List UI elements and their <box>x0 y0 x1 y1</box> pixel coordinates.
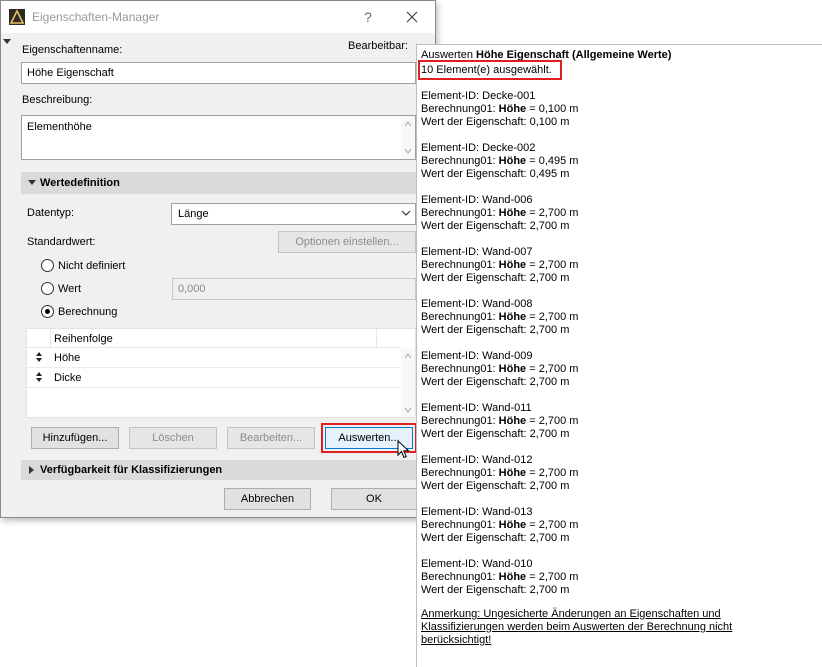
element-id-line: Element-ID: Wand-010 <box>421 558 533 570</box>
element-id-line: Element-ID: Decke-001 <box>421 90 536 102</box>
radio-undefined-label: Nicht definiert <box>58 260 126 272</box>
description-text: Elementhöhe <box>27 121 92 133</box>
order-list-scrollbar[interactable] <box>401 348 415 417</box>
property-name-input[interactable]: Höhe Eigenschaft <box>21 62 416 84</box>
order-item-label: Dicke <box>54 372 82 384</box>
calculation-line: Berechnung01: Höhe = 0,100 m <box>421 103 579 115</box>
classification-availability-title: Verfügbarkeit für Klassifizierungen <box>40 464 223 476</box>
set-options-button[interactable]: Optionen einstellen... <box>278 231 416 253</box>
order-list-header: Reihenfolge <box>27 329 401 348</box>
order-header-label: Reihenfolge <box>54 333 113 345</box>
help-icon[interactable]: ? <box>358 8 378 26</box>
order-row-1[interactable]: Höhe <box>27 348 401 368</box>
calculation-line: Berechnung01: Höhe = 2,700 m <box>421 467 579 479</box>
close-icon[interactable] <box>401 7 423 27</box>
description-label: Beschreibung: <box>22 94 93 106</box>
element-id-line: Element-ID: Wand-012 <box>421 454 533 466</box>
element-id-line: Element-ID: Decke-002 <box>421 142 536 154</box>
expand-right-icon <box>29 466 34 474</box>
add-button[interactable]: Hinzufügen... <box>31 427 119 449</box>
property-value-line: Wert der Eigenschaft: 0,100 m <box>421 116 570 128</box>
calculation-order-list: Reihenfolge Höhe Dicke <box>26 328 416 418</box>
default-value-label: Standardwert: <box>27 236 96 248</box>
app-icon <box>9 9 25 25</box>
radio-calculation-label: Berechnung <box>58 306 118 318</box>
datatype-value: Länge <box>178 208 209 220</box>
delete-button[interactable]: Löschen <box>129 427 217 449</box>
calculation-line: Berechnung01: Höhe = 0,495 m <box>421 155 579 167</box>
order-row-2[interactable]: Dicke <box>27 368 401 388</box>
value-input[interactable]: 0,000 <box>172 278 416 300</box>
value-definition-title: Wertedefinition <box>40 177 120 189</box>
calculation-line: Berechnung01: Höhe = 2,700 m <box>421 363 579 375</box>
property-value-line: Wert der Eigenschaft: 2,700 m <box>421 376 570 388</box>
calculation-line: Berechnung01: Höhe = 2,700 m <box>421 415 579 427</box>
selected-count: 10 Element(e) ausgewählt. <box>421 64 552 76</box>
mouse-cursor-icon <box>397 440 410 459</box>
datatype-select[interactable]: Länge <box>171 203 416 225</box>
calculation-line: Berechnung01: Höhe = 2,700 m <box>421 571 579 583</box>
calculation-line: Berechnung01: Höhe = 2,700 m <box>421 519 579 531</box>
radio-value[interactable] <box>41 282 54 295</box>
note-line-1[interactable]: Anmerkung: Ungesicherte Änderungen an Ei… <box>421 608 721 621</box>
order-item-label: Höhe <box>54 352 81 364</box>
properties-manager-dialog: Eigenschaften-Manager ? Eigenschaftennam… <box>0 0 436 518</box>
property-value-line: Wert der Eigenschaft: 2,700 m <box>421 272 570 284</box>
classification-availability-section[interactable]: Verfügbarkeit für Klassifizierungen <box>21 460 416 480</box>
title-bar: Eigenschaften-Manager ? <box>1 1 435 33</box>
reorder-icon[interactable] <box>35 371 43 383</box>
description-scrollbar[interactable] <box>401 116 415 159</box>
element-id-line: Element-ID: Wand-013 <box>421 506 533 518</box>
radio-value-label: Wert <box>58 283 82 295</box>
window-title: Eigenschaften-Manager <box>32 10 160 24</box>
note-line-2[interactable]: Klassifizierungen werden beim Auswerten … <box>421 621 732 634</box>
element-id-line: Element-ID: Wand-006 <box>421 194 533 206</box>
note-line-3[interactable]: berücksichtigt! <box>421 634 491 647</box>
datatype-label: Datentyp: <box>27 207 75 219</box>
ok-button[interactable]: OK <box>331 488 417 510</box>
cancel-button[interactable]: Abbrechen <box>224 488 311 510</box>
radio-undefined[interactable] <box>41 259 54 272</box>
reorder-icon[interactable] <box>35 351 43 363</box>
element-id-line: Element-ID: Wand-009 <box>421 350 533 362</box>
element-id-line: Element-ID: Wand-007 <box>421 246 533 258</box>
element-id-line: Element-ID: Wand-011 <box>421 402 532 414</box>
calculation-line: Berechnung01: Höhe = 2,700 m <box>421 259 579 271</box>
element-id-line: Element-ID: Wand-008 <box>421 298 533 310</box>
evaluation-result-panel: Auswerten Höhe Eigenschaft (Allgemeine W… <box>416 44 822 667</box>
calculation-line: Berechnung01: Höhe = 2,700 m <box>421 311 579 323</box>
property-value-line: Wert der Eigenschaft: 2,700 m <box>421 480 570 492</box>
value-definition-section[interactable]: Wertedefinition <box>21 172 416 194</box>
edit-button[interactable]: Bearbeiten... <box>227 427 315 449</box>
editable-label: Bearbeitbar: <box>348 40 408 52</box>
property-value-line: Wert der Eigenschaft: 2,700 m <box>421 584 570 596</box>
expand-down-icon <box>28 180 36 185</box>
property-name-label: Eigenschaftenname: <box>22 44 123 56</box>
property-value-line: Wert der Eigenschaft: 2,700 m <box>421 324 570 336</box>
radio-calculation[interactable] <box>41 305 54 318</box>
chevron-down-icon <box>401 210 411 216</box>
property-value-line: Wert der Eigenschaft: 2,700 m <box>421 532 570 544</box>
description-textarea[interactable]: Elementhöhe <box>21 115 416 160</box>
property-value-line: Wert der Eigenschaft: 2,700 m <box>421 428 570 440</box>
property-value-line: Wert der Eigenschaft: 2,700 m <box>421 220 570 232</box>
property-value-line: Wert der Eigenschaft: 0,495 m <box>421 168 570 180</box>
calculation-line: Berechnung01: Höhe = 2,700 m <box>421 207 579 219</box>
panel-collapse-icon[interactable] <box>3 39 11 44</box>
